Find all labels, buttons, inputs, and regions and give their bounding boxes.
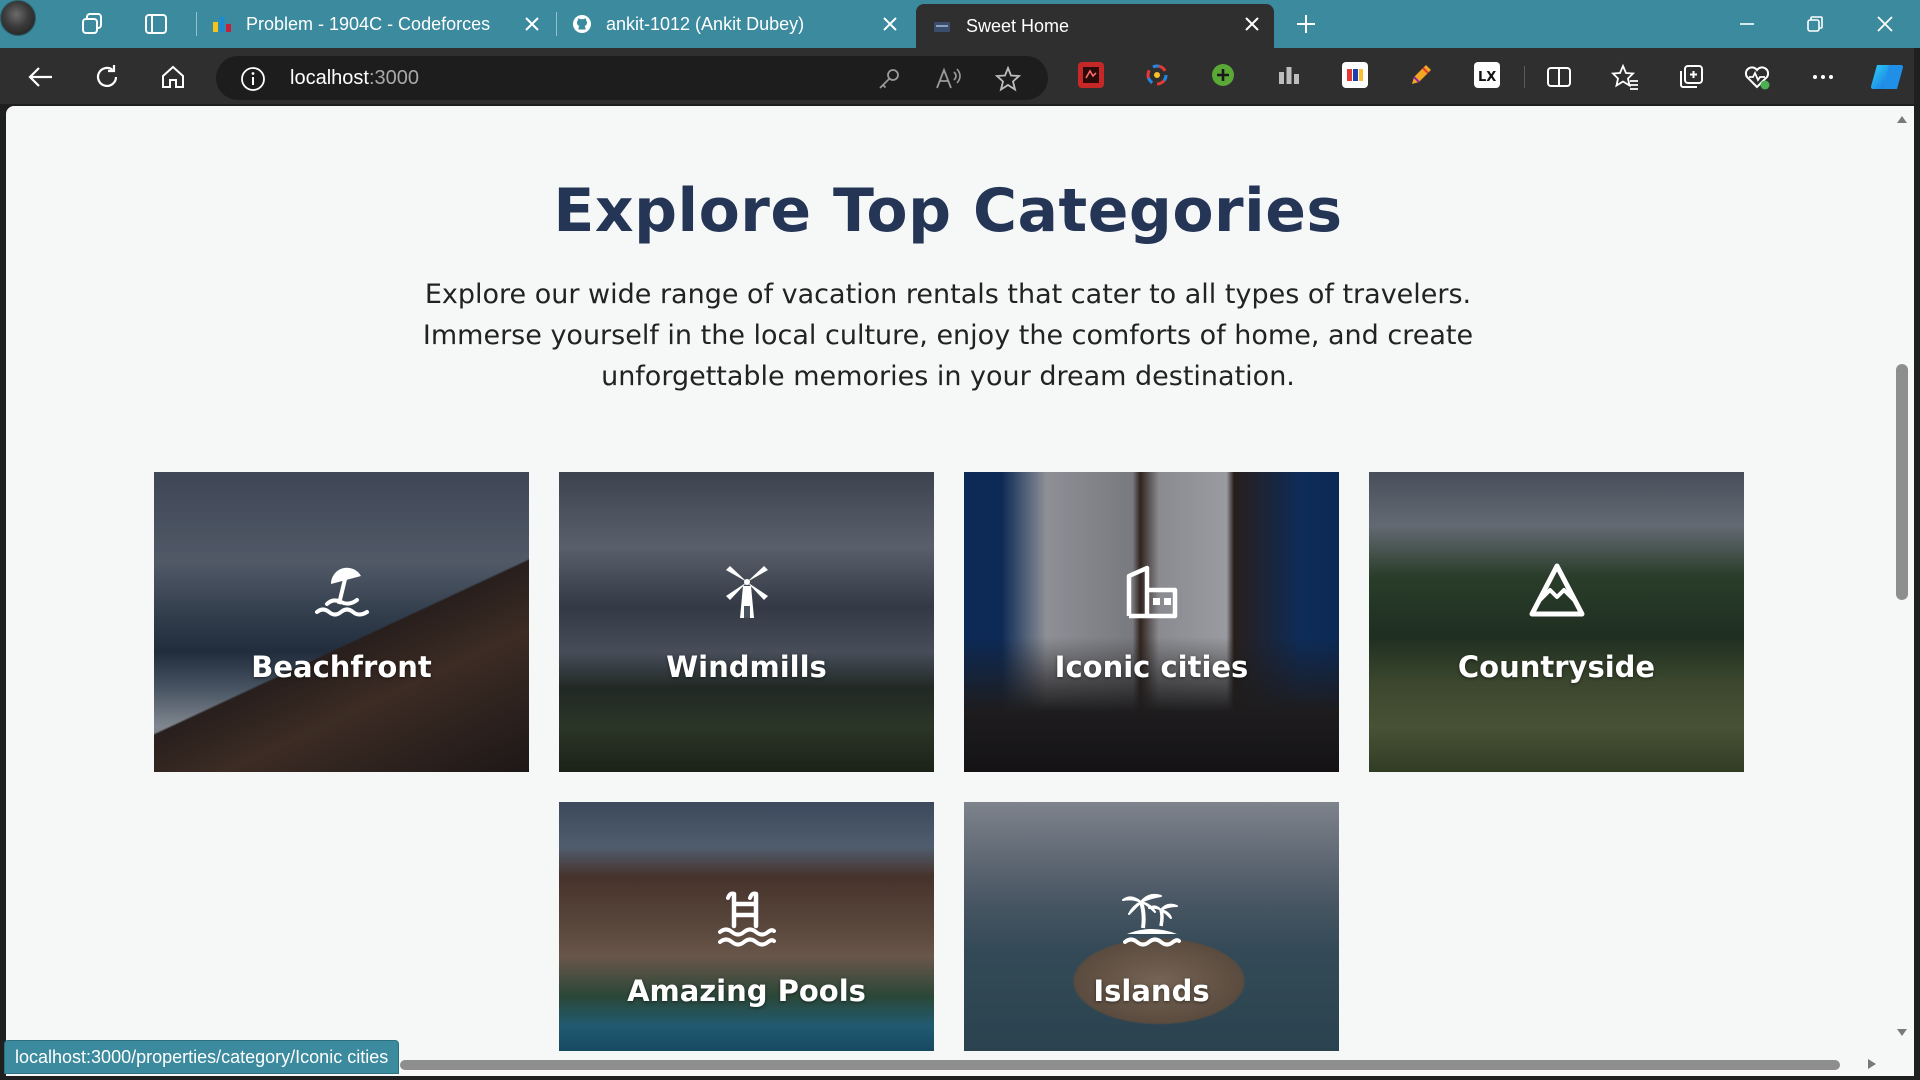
- restore-icon: [1807, 16, 1823, 32]
- favorites-icon: [1611, 63, 1638, 90]
- category-card-amazing-pools[interactable]: Amazing Pools: [559, 802, 934, 1051]
- category-name: Beachfront: [251, 650, 432, 684]
- horizontal-scroll-thumb[interactable]: [400, 1060, 1840, 1070]
- tab-separator: [196, 12, 197, 36]
- palette-extension-icon[interactable]: [1342, 62, 1368, 88]
- collections-icon: [1680, 65, 1703, 88]
- copilot-icon: [1870, 64, 1904, 90]
- category-card-iconic-cities[interactable]: Iconic cities: [964, 472, 1339, 772]
- link-status-bar: localhost:3000/properties/category/Iconi…: [4, 1040, 400, 1074]
- stats-extension-icon[interactable]: [1276, 62, 1302, 88]
- profile-avatar[interactable]: [0, 0, 36, 36]
- close-tab-icon[interactable]: [1242, 14, 1262, 34]
- back-icon: [28, 67, 52, 87]
- scroll-up-icon[interactable]: [1896, 114, 1908, 124]
- browser-essentials-icon: [1744, 66, 1770, 90]
- scroll-right-icon[interactable]: [1866, 1058, 1878, 1070]
- info-icon[interactable]: [240, 66, 266, 92]
- lx-extension-icon[interactable]: LX: [1474, 62, 1500, 88]
- collections-button[interactable]: [1674, 60, 1708, 94]
- svg-text:LX: LX: [1478, 70, 1496, 85]
- category-card-beachfront[interactable]: Beachfront: [154, 472, 529, 772]
- tab-title: Problem - 1904C - Codeforces: [246, 13, 491, 34]
- github-favicon-icon: [573, 15, 591, 33]
- scroll-down-icon[interactable]: [1896, 1028, 1908, 1038]
- page-title: Explore Top Categories: [553, 176, 1343, 246]
- category-name: Windmills: [666, 650, 827, 684]
- page-description: Explore our wide range of vacation renta…: [422, 279, 1474, 392]
- refresh-icon: [96, 65, 118, 88]
- tab-title: ankit-1012 (Ankit Dubey): [606, 13, 805, 34]
- window-edge: [1914, 48, 1920, 1080]
- read-aloud-icon[interactable]: [934, 66, 962, 92]
- vertical-scroll-thumb[interactable]: [1896, 364, 1908, 600]
- split-screen-button[interactable]: [1542, 60, 1576, 94]
- minimize-icon: [1740, 23, 1754, 25]
- close-tab-icon[interactable]: [880, 14, 900, 34]
- card-overlay: [559, 472, 934, 772]
- beach-umbrella-icon: [315, 567, 369, 617]
- split-screen-icon: [1547, 67, 1571, 87]
- windmill-icon: [726, 566, 768, 618]
- url-host: localhost: [290, 67, 369, 89]
- tab-codeforces[interactable]: Problem - 1904C - Codeforces: [206, 4, 554, 44]
- tab-separator: [556, 12, 557, 36]
- add-extension-icon[interactable]: [1210, 62, 1236, 88]
- tab-strip: Problem - 1904C - Codeforces ankit-1012 …: [0, 0, 1920, 48]
- close-icon: [1877, 16, 1893, 32]
- city-building-icon: [1126, 565, 1178, 619]
- page-viewport: Explore Top Categories Explore our wide …: [6, 106, 1890, 1076]
- address-bar[interactable]: localhost:3000: [216, 56, 1048, 100]
- category-card-windmills[interactable]: Windmills: [559, 472, 934, 772]
- card-overlay: [154, 472, 529, 772]
- workspaces-icon[interactable]: [76, 8, 108, 40]
- sweet-home-favicon-icon: [934, 22, 950, 32]
- copilot-button[interactable]: [1868, 58, 1906, 96]
- tab-sweet-home[interactable]: Sweet Home: [916, 4, 1274, 48]
- pool-ladder-icon: [718, 891, 776, 947]
- favorites-button[interactable]: [1608, 60, 1642, 94]
- restore-button[interactable]: [1792, 6, 1838, 42]
- key-icon[interactable]: [876, 66, 902, 92]
- more-button[interactable]: [1806, 60, 1840, 94]
- color-extension-icon[interactable]: [1144, 62, 1170, 88]
- vertical-scrollbar[interactable]: [1890, 106, 1914, 1052]
- refresh-button[interactable]: [90, 60, 124, 94]
- minimize-button[interactable]: [1724, 6, 1770, 42]
- new-tab-button[interactable]: [1290, 8, 1322, 40]
- plus-icon: [1297, 15, 1315, 33]
- palm-island-icon: [1122, 893, 1181, 947]
- favorite-star-icon[interactable]: [994, 65, 1022, 93]
- tab-github[interactable]: ankit-1012 (Ankit Dubey): [560, 4, 912, 44]
- close-tab-icon[interactable]: [522, 14, 542, 34]
- category-card-islands[interactable]: Islands: [964, 802, 1339, 1051]
- codeforces-favicon-icon: [213, 17, 231, 32]
- browser-toolbar: localhost:3000 LX: [0, 48, 1920, 104]
- home-button[interactable]: [156, 60, 190, 94]
- category-name: Amazing Pools: [627, 974, 866, 1008]
- toolbar-separator: [1524, 66, 1525, 88]
- category-name: Islands: [1093, 974, 1210, 1008]
- pdf-extension-icon[interactable]: [1078, 62, 1104, 88]
- category-name: Countryside: [1457, 650, 1656, 684]
- mountain-icon: [1529, 563, 1585, 617]
- card-overlay: [964, 472, 1339, 772]
- home-icon: [162, 65, 184, 88]
- browser-essentials-button[interactable]: [1740, 60, 1774, 94]
- url-port: :3000: [368, 67, 419, 89]
- pencil-extension-icon[interactable]: [1408, 62, 1434, 88]
- card-overlay: [1369, 472, 1744, 772]
- back-button[interactable]: [24, 60, 58, 94]
- tab-actions-icon[interactable]: [140, 8, 172, 40]
- close-window-button[interactable]: [1862, 6, 1908, 42]
- category-name: Iconic cities: [1054, 650, 1249, 684]
- tab-title: Sweet Home: [966, 15, 1070, 36]
- more-icon: [1813, 75, 1833, 79]
- address-url: localhost:3000: [290, 67, 419, 90]
- category-card-countryside[interactable]: Countryside: [1369, 472, 1744, 772]
